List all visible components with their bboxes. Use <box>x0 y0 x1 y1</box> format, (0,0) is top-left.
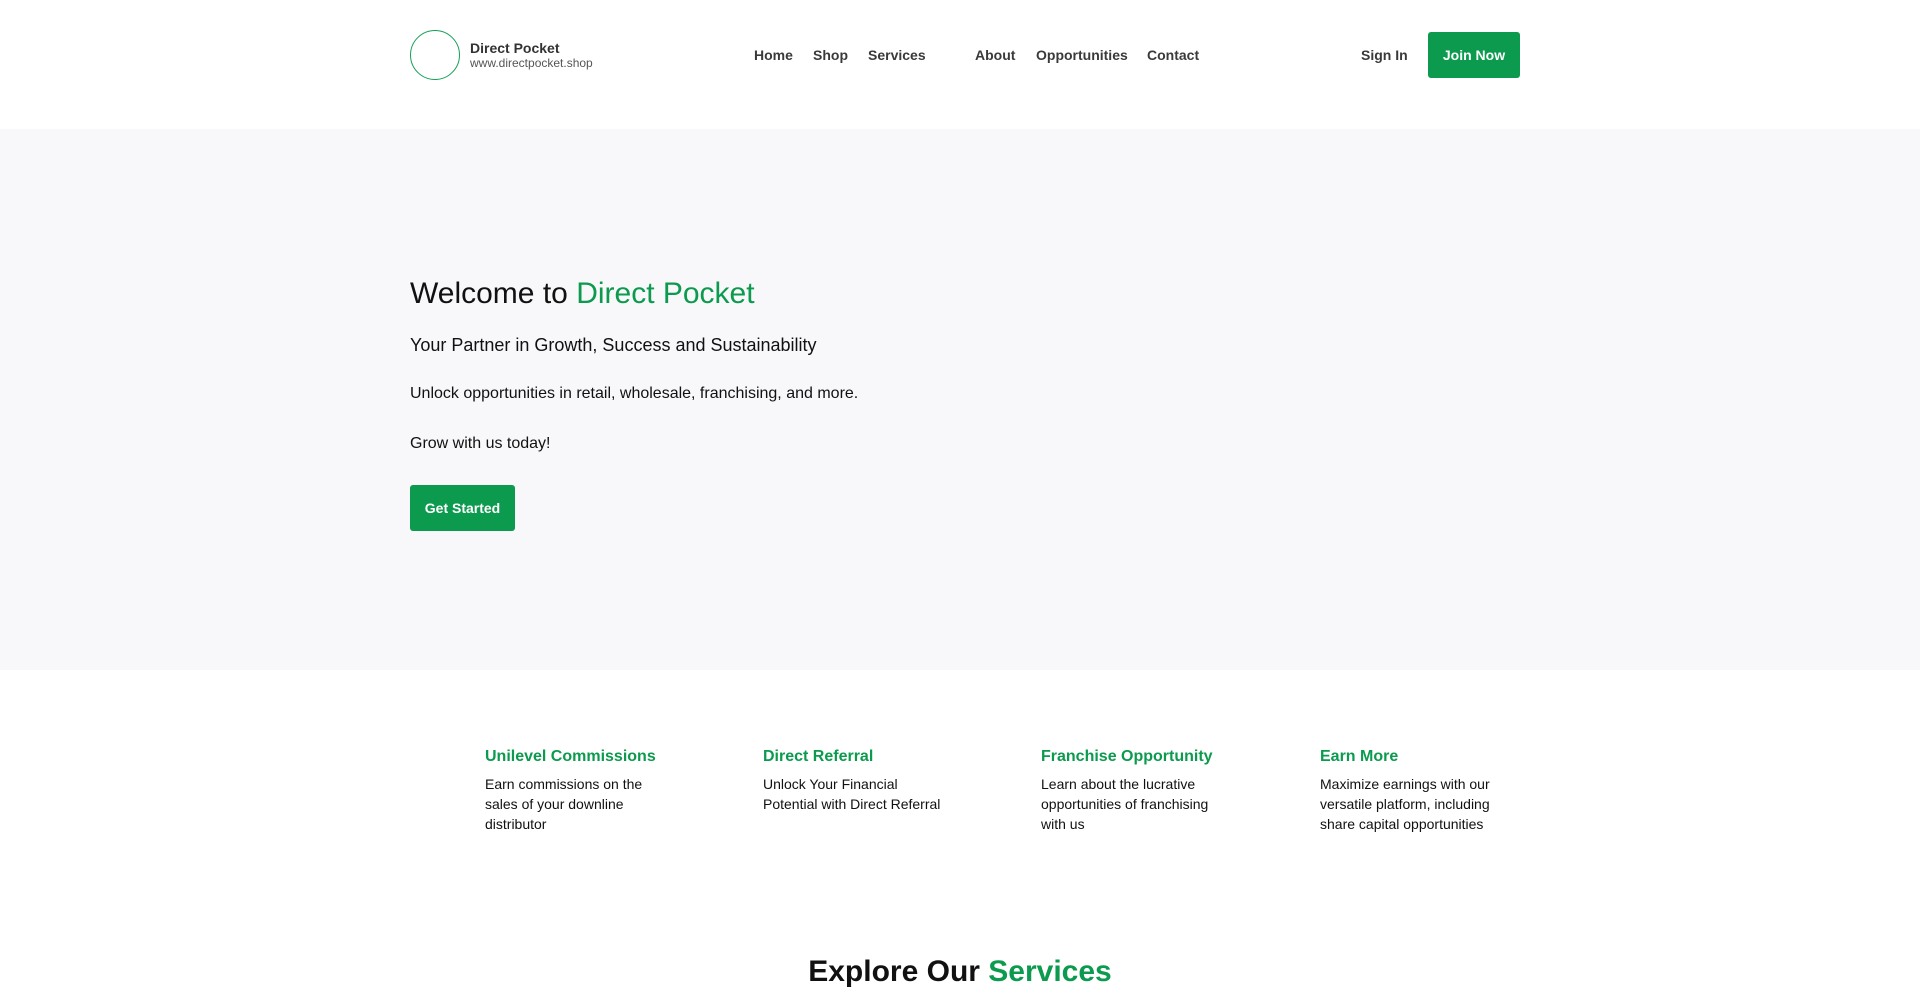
site-header: Direct Pocket www.directpocket.shop Home… <box>0 0 1920 129</box>
hero-line-grow: Grow with us today! <box>410 435 551 452</box>
feature-franchise-opportunity: Franchise Opportunity Learn about the lu… <box>1041 747 1231 834</box>
hero-subtitle: Your Partner in Growth, Success and Sust… <box>410 335 817 355</box>
hero-title: Welcome to Direct Pocket <box>410 277 755 311</box>
nav-services[interactable]: Services <box>868 47 926 63</box>
feature-earn-more: Earn More Maximize earnings with our ver… <box>1320 747 1510 834</box>
hero-title-prefix: Welcome to <box>410 277 568 310</box>
sign-in-link[interactable]: Sign In <box>1361 47 1408 63</box>
nav-shop[interactable]: Shop <box>813 47 848 63</box>
logo-icon[interactable] <box>410 30 460 80</box>
hero-section: Welcome to Direct Pocket Your Partner in… <box>0 129 1920 670</box>
explore-services-heading: Explore Our Services <box>0 955 1920 989</box>
feature-title: Unilevel Commissions <box>485 748 656 765</box>
hero-line-opportunities: Unlock opportunities in retail, wholesal… <box>410 385 859 402</box>
hero-title-accent: Direct Pocket <box>576 277 755 310</box>
feature-title: Earn More <box>1320 748 1399 765</box>
join-now-button[interactable]: Join Now <box>1428 32 1520 78</box>
feature-unilevel-commissions: Unilevel Commissions Earn commissions on… <box>485 747 675 834</box>
feature-desc: Earn commissions on the sales of your do… <box>485 776 643 832</box>
nav-home[interactable]: Home <box>754 47 793 63</box>
brand-url: www.directpocket.shop <box>470 56 593 70</box>
feature-desc: Unlock Your Financial Potential with Dir… <box>763 776 941 812</box>
nav-contact[interactable]: Contact <box>1147 47 1199 63</box>
get-started-button[interactable]: Get Started <box>410 485 515 531</box>
brand-name[interactable]: Direct Pocket <box>470 40 559 56</box>
feature-desc: Maximize earnings with our versatile pla… <box>1320 776 1490 832</box>
explore-prefix: Explore Our <box>808 955 980 988</box>
explore-accent: Services <box>988 955 1112 988</box>
feature-desc: Learn about the lucrative opportunities … <box>1041 776 1209 832</box>
nav-opportunities[interactable]: Opportunities <box>1036 47 1128 63</box>
feature-title: Direct Referral <box>763 748 874 765</box>
feature-direct-referral: Direct Referral Unlock Your Financial Po… <box>763 747 953 814</box>
feature-title: Franchise Opportunity <box>1041 748 1213 765</box>
nav-about[interactable]: About <box>975 47 1015 63</box>
